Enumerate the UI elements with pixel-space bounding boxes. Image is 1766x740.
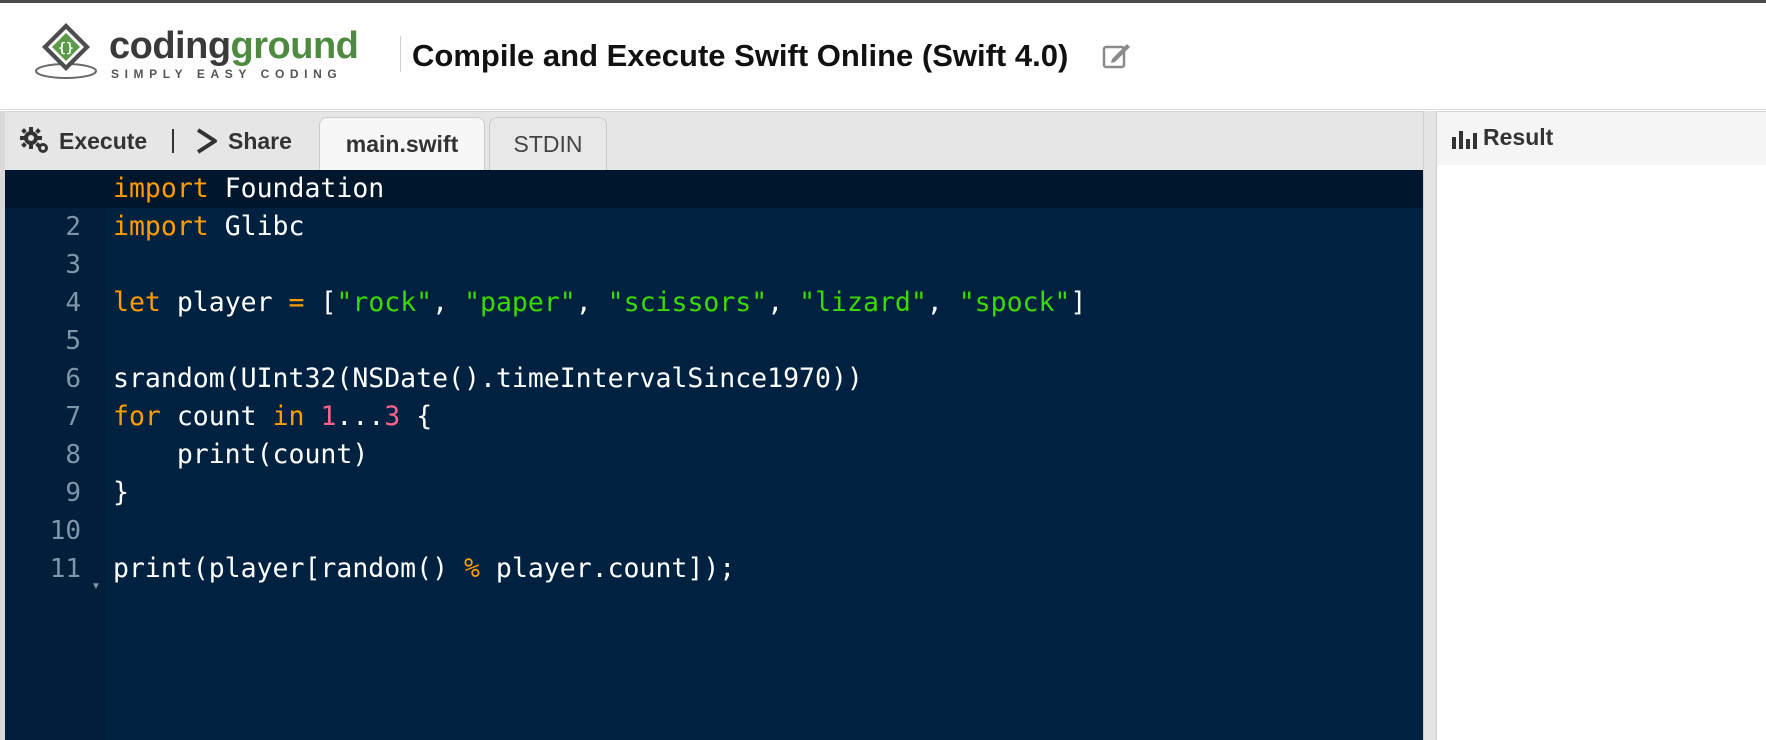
code-line[interactable]: print(player[random() % player.count]); xyxy=(113,550,1086,588)
code-token: import xyxy=(113,211,209,242)
edit-icon[interactable] xyxy=(1101,39,1133,71)
code-token: count xyxy=(160,401,273,432)
pane-splitter[interactable] xyxy=(1423,111,1437,740)
code-line[interactable]: srandom(UInt32(NSDate().timeIntervalSinc… xyxy=(113,360,1086,398)
code-token: = xyxy=(288,287,305,318)
result-label: Result xyxy=(1483,124,1554,150)
line-number: 8 xyxy=(65,440,81,470)
code-token: % xyxy=(464,553,480,584)
line-number: 3 xyxy=(65,250,81,280)
fold-arrow-icon[interactable]: ▼ xyxy=(91,581,101,592)
code-token: import xyxy=(113,173,209,204)
code-token: "lizard" xyxy=(799,287,927,318)
share-label: Share xyxy=(228,127,292,154)
svg-text:{}: {} xyxy=(58,41,74,56)
code-token: player.count]); xyxy=(479,553,736,584)
logo-wordmark: codingground xyxy=(109,25,359,67)
code-token: 1 xyxy=(320,401,337,432)
share-button[interactable]: Share xyxy=(195,126,292,156)
line-number: 5 xyxy=(65,326,81,356)
code-token: { xyxy=(400,401,433,432)
code-token: "paper" xyxy=(464,287,576,318)
chevron-right-icon xyxy=(196,128,217,154)
line-number: 9 xyxy=(65,478,81,508)
line-number: 2 xyxy=(65,212,81,242)
result-header: Result xyxy=(1437,111,1766,166)
toolbar-separator xyxy=(172,129,174,153)
execute-button[interactable]: Execute xyxy=(20,126,147,156)
code-line[interactable] xyxy=(113,246,1086,284)
code-token: , xyxy=(575,287,608,318)
line-number: 6 xyxy=(65,364,81,394)
execute-label: Execute xyxy=(59,127,148,154)
result-title: Result xyxy=(1451,124,1553,151)
code-token: , xyxy=(432,287,465,318)
code-line[interactable]: let player = ["rock", "paper", "scissors… xyxy=(113,284,1086,322)
editor-toolbar: Execute Share main.swift STDIN xyxy=(5,111,1423,171)
code-line[interactable] xyxy=(113,322,1086,360)
code-token: "scissors" xyxy=(607,287,768,318)
code-token: player xyxy=(160,287,289,318)
page-title: Compile and Execute Swift Online (Swift … xyxy=(412,38,1069,73)
bar-chart-icon xyxy=(1452,130,1477,149)
code-token: "spock" xyxy=(958,287,1071,318)
line-number: 4 xyxy=(65,288,81,318)
header: {} codingground SIMPLY EASY CODING Compi… xyxy=(0,3,1766,110)
logo-icon: {} xyxy=(35,23,97,79)
code-token: "rock" xyxy=(336,287,433,318)
logo-tagline: SIMPLY EASY CODING xyxy=(111,67,343,81)
code-editor[interactable]: 1234567891011 ▼ import Foundationimport … xyxy=(5,170,1423,740)
code-token: [ xyxy=(304,287,337,318)
line-number: 10 xyxy=(49,516,81,546)
code-line[interactable]: } xyxy=(113,474,1086,512)
code-line[interactable]: print(count) xyxy=(113,436,1086,474)
code-token: in xyxy=(272,401,305,432)
code-token: ... xyxy=(336,401,385,432)
code-token: ] xyxy=(1070,287,1087,318)
result-output xyxy=(1437,165,1766,740)
logo[interactable]: {} codingground SIMPLY EASY CODING xyxy=(34,19,374,85)
header-divider xyxy=(400,36,401,72)
code-token: Glibc xyxy=(208,211,305,242)
code-token: 3 xyxy=(384,401,401,432)
code-line[interactable]: import Foundation xyxy=(113,170,1086,208)
code-token: } xyxy=(113,477,129,508)
code-token: for xyxy=(113,401,161,432)
code-token: Foundation xyxy=(208,173,385,204)
code-token: , xyxy=(926,287,959,318)
line-gutter: 1234567891011 xyxy=(5,170,106,740)
gears-icon xyxy=(20,127,48,153)
code-token: , xyxy=(767,287,800,318)
code-token: let xyxy=(113,287,161,318)
tab-stdin[interactable]: STDIN xyxy=(489,117,607,170)
code-token: srandom(UInt32(NSDate().timeIntervalSinc… xyxy=(113,363,863,394)
line-number: 7 xyxy=(65,402,81,432)
code-line[interactable] xyxy=(113,512,1086,550)
code-token: print(player[random() xyxy=(113,553,464,584)
code-line[interactable]: for count in 1...3 { xyxy=(113,398,1086,436)
code-token: print(count) xyxy=(113,439,369,470)
tab-main-swift[interactable]: main.swift xyxy=(319,117,485,171)
line-number: 11 xyxy=(49,554,81,584)
code-line[interactable]: import Glibc xyxy=(113,208,1086,246)
code-content[interactable]: import Foundation import Glibc let player … xyxy=(113,170,1086,588)
